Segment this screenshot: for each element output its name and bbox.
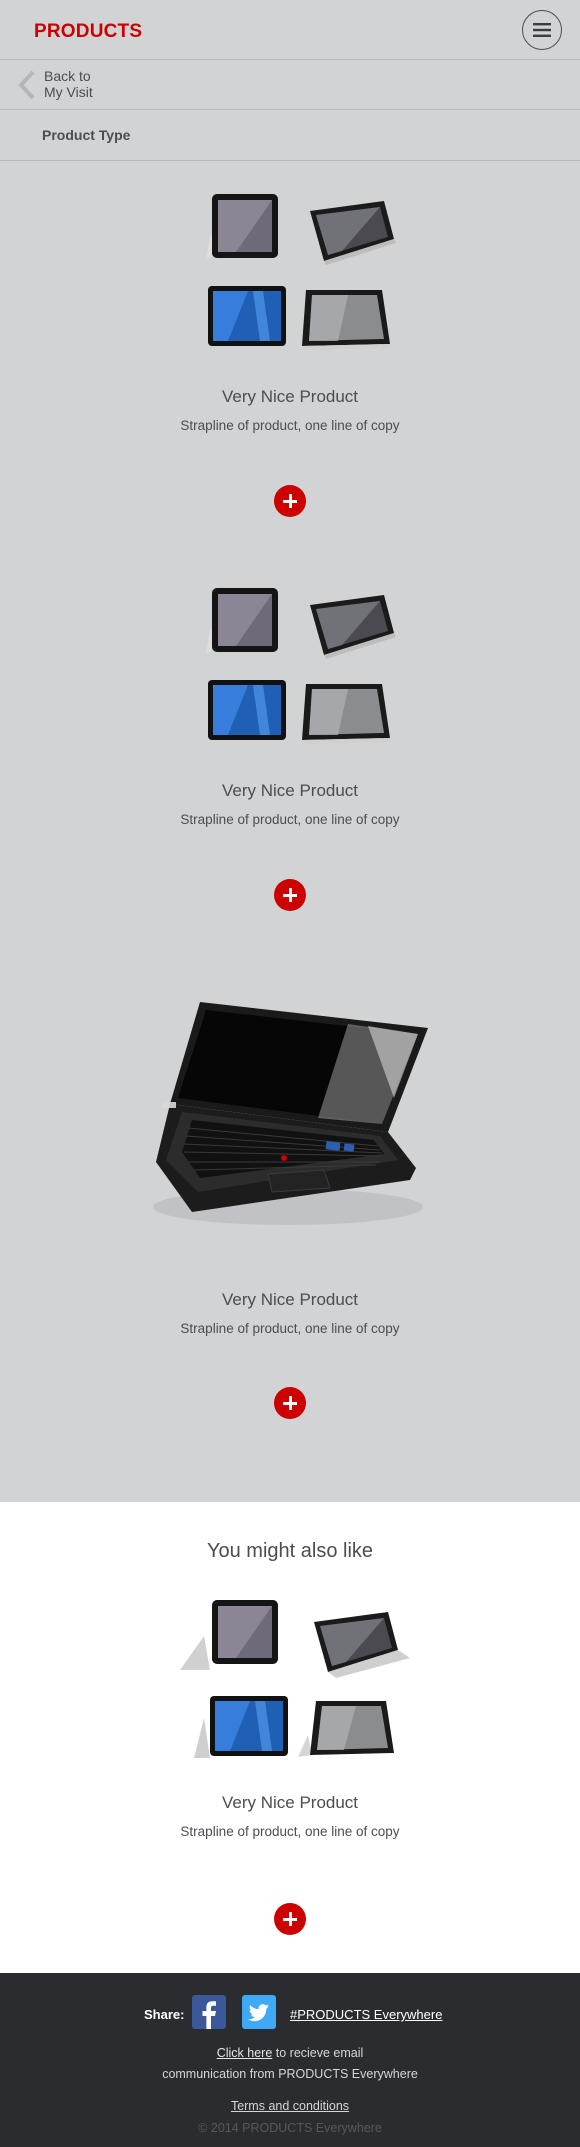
product-name[interactable]: Very Nice Product — [0, 1290, 580, 1310]
you-might-also-like-section: You might also like Very Nice Product St… — [0, 1502, 580, 1973]
product-strapline: Strapline of product, one line of copy — [180, 1824, 400, 1839]
tablets-image[interactable] — [180, 583, 400, 763]
add-product-button[interactable] — [274, 485, 306, 517]
twitter-icon — [248, 2004, 269, 2022]
brand-logo[interactable]: PRODUCTS — [34, 21, 142, 43]
also-like-heading: You might also like — [206, 1540, 374, 1562]
product-card: Very Nice Product Strapline of product, … — [0, 555, 580, 952]
laptop-image[interactable] — [148, 1002, 428, 1232]
product-name[interactable]: Very Nice Product — [0, 781, 580, 801]
facebook-icon — [202, 2001, 216, 2029]
back-to-visit-link[interactable]: Back to My Visit — [0, 60, 580, 110]
share-row: Share: #PRODUCTS Everywhere — [0, 1995, 580, 2031]
back-label-line1: Back to — [44, 68, 91, 84]
facebook-share-button[interactable] — [192, 1995, 226, 2029]
share-label: Share: — [144, 2007, 185, 2022]
email-text-line2: communication from PRODUCTS Everywhere — [162, 2067, 418, 2081]
add-product-button[interactable] — [274, 1903, 306, 1935]
chevron-left-icon — [18, 70, 35, 100]
product-card: Very Nice Product Strapline of product, … — [0, 161, 580, 555]
back-label-line2: My Visit — [44, 84, 93, 100]
product-strapline: Strapline of product, one line of copy — [180, 418, 400, 433]
twitter-share-button[interactable] — [242, 1995, 276, 2029]
product-type-heading-bar: Product Type — [0, 110, 580, 161]
email-signup-text: Click here to recieve email communicatio… — [0, 2043, 580, 2085]
menu-button[interactable] — [522, 10, 562, 50]
product-strapline: Strapline of product, one line of copy — [180, 812, 400, 827]
add-product-button[interactable] — [274, 1387, 306, 1419]
copyright-text: © 2014 PRODUCTS Everywhere — [198, 2121, 382, 2135]
product-name[interactable]: Very Nice Product — [0, 1793, 580, 1813]
footer: Share: #PRODUCTS Everywhere Click here t… — [0, 1973, 580, 2147]
product-card: Very Nice Product Strapline of product, … — [0, 952, 580, 1502]
product-name[interactable]: Very Nice Product — [0, 387, 580, 407]
tablets-image[interactable] — [180, 189, 400, 369]
product-strapline: Strapline of product, one line of copy — [180, 1321, 400, 1336]
product-type-heading: Product Type — [42, 127, 131, 143]
email-text-line1: to recieve email — [272, 2046, 364, 2060]
hashtag-link[interactable]: #PRODUCTS Everywhere — [290, 2007, 442, 2022]
hamburger-menu-icon — [533, 23, 551, 37]
terms-link[interactable]: Terms and conditions — [0, 2099, 580, 2113]
click-here-link[interactable]: Click here — [217, 2046, 273, 2060]
add-product-button[interactable] — [274, 879, 306, 911]
header: PRODUCTS — [0, 0, 580, 60]
tablets-image[interactable] — [180, 1600, 410, 1780]
